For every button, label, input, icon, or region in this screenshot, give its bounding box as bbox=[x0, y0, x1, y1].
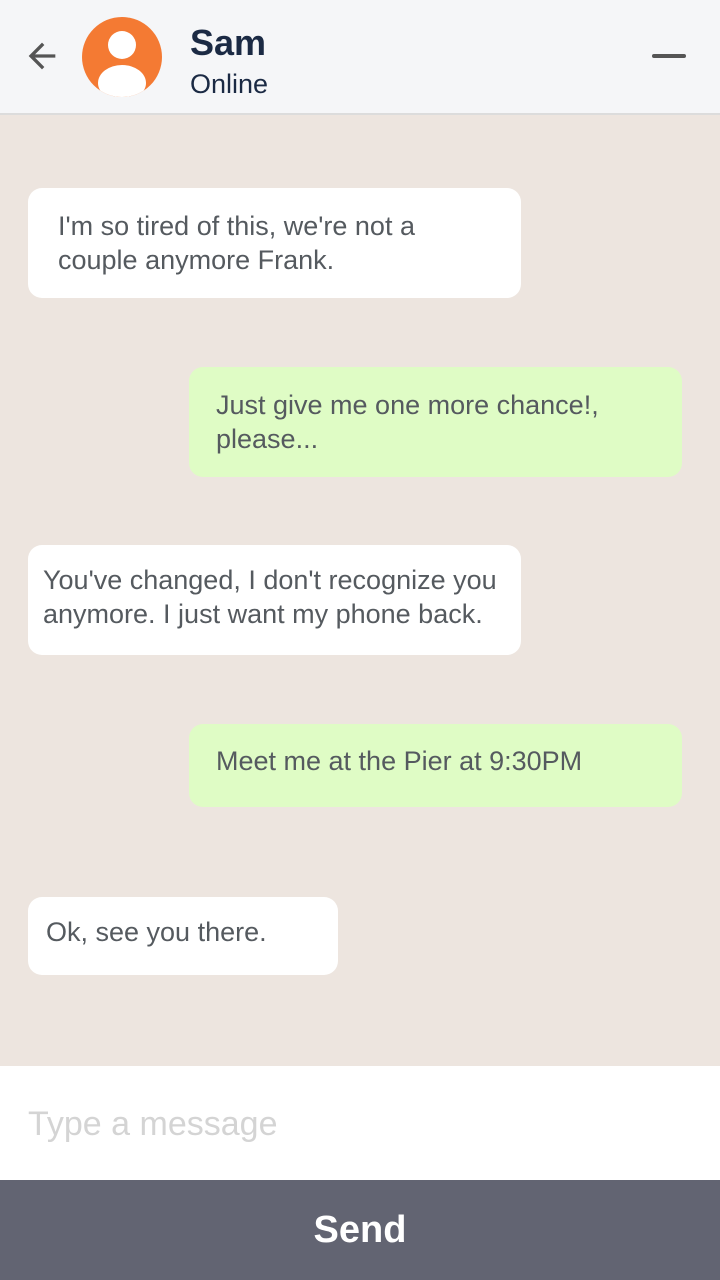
message-text: Just give me one more chance!, please... bbox=[216, 390, 599, 454]
chat-header: Sam Online bbox=[0, 0, 720, 115]
message-bubble-received: I'm so tired of this, we're not a couple… bbox=[28, 188, 521, 298]
message-text: I'm so tired of this, we're not a couple… bbox=[58, 211, 415, 275]
contact-name: Sam bbox=[190, 22, 267, 63]
contact-status: Online bbox=[190, 69, 269, 99]
message-text: Ok, see you there. bbox=[46, 917, 267, 947]
message-bubble-sent: Just give me one more chance!, please... bbox=[189, 367, 682, 477]
arrow-left-icon bbox=[28, 42, 56, 70]
message-bubble-sent: Meet me at the Pier at 9:30PM bbox=[189, 724, 682, 807]
message-bubble-received: Ok, see you there. bbox=[28, 897, 338, 975]
message-bubble-received: You've changed, I don't recognize you an… bbox=[28, 545, 521, 655]
message-text: You've changed, I don't recognize you an… bbox=[43, 565, 497, 629]
avatar[interactable] bbox=[82, 17, 162, 97]
user-avatar-icon bbox=[98, 31, 146, 97]
message-composer bbox=[0, 1066, 720, 1180]
back-button[interactable] bbox=[20, 34, 64, 78]
message-text: Meet me at the Pier at 9:30PM bbox=[216, 746, 583, 776]
minimize-button[interactable] bbox=[644, 38, 694, 74]
send-button[interactable]: Send bbox=[0, 1180, 720, 1280]
minimize-icon bbox=[652, 54, 686, 58]
message-input[interactable] bbox=[28, 1096, 692, 1152]
